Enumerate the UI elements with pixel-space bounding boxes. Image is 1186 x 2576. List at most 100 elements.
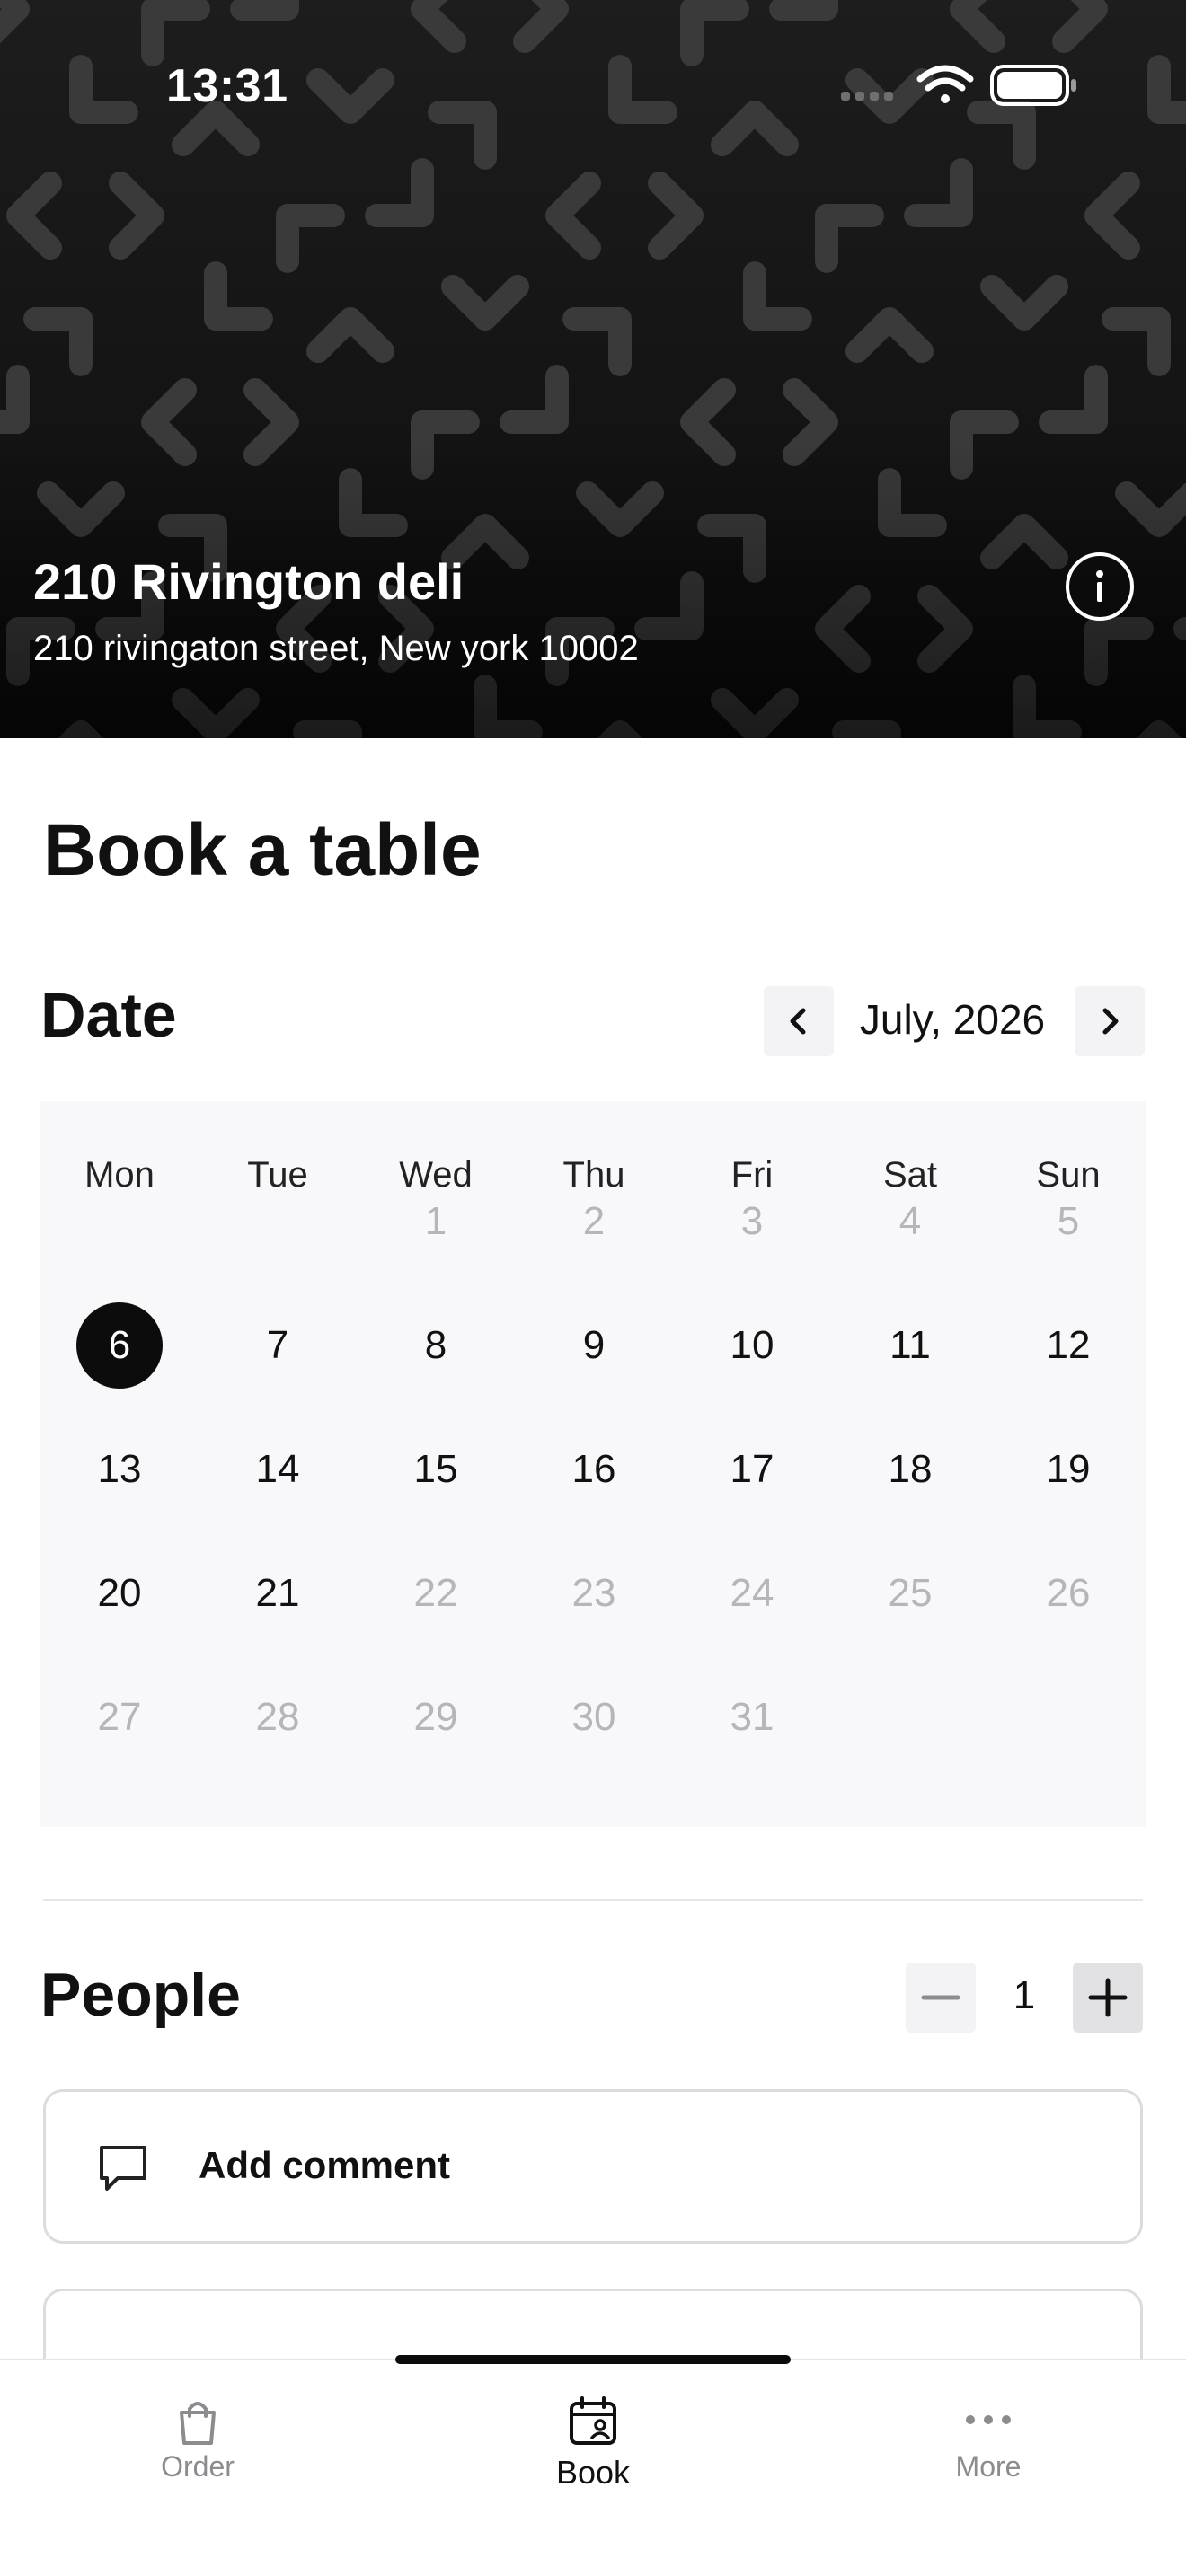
- calendar-day[interactable]: 16: [515, 1426, 673, 1513]
- calendar-day: 22: [357, 1550, 515, 1636]
- calendar-day[interactable]: 13: [40, 1426, 199, 1513]
- tab-order-label: Order: [161, 2450, 235, 2483]
- calendar-day-number: 25: [888, 1571, 933, 1615]
- calendar-day-number: 30: [571, 1695, 616, 1739]
- calendar-day-number: 11: [890, 1323, 931, 1367]
- venue-header: 13:31 210 Rivington deli 210 rivingaton …: [0, 0, 1186, 738]
- add-comment-button[interactable]: Add comment: [43, 2089, 1143, 2244]
- calendar-day[interactable]: 8: [357, 1302, 515, 1389]
- calendar-day: 30: [515, 1674, 673, 1760]
- calendar-day-number: 6: [76, 1302, 163, 1389]
- calendar-day[interactable]: 11: [831, 1302, 989, 1389]
- calendar-day-number: 1: [424, 1199, 447, 1243]
- calendar-day[interactable]: 7: [199, 1302, 357, 1389]
- tab-book[interactable]: Book: [395, 2360, 791, 2576]
- calendar-day-number: 4: [898, 1199, 922, 1243]
- calendar-day[interactable]: 15: [357, 1426, 515, 1513]
- previous-month-button[interactable]: [764, 986, 834, 1056]
- venue-name: 210 Rivington deli: [33, 553, 465, 610]
- calendar-day-number: 16: [571, 1447, 616, 1491]
- calendar-day[interactable]: 18: [831, 1426, 989, 1513]
- weekday-header: Tue: [247, 1155, 308, 1195]
- calendar-day: 1: [357, 1178, 515, 1265]
- calendar-day-number: 28: [255, 1695, 300, 1739]
- calendar-day-selected[interactable]: 6: [40, 1302, 199, 1389]
- next-month-button[interactable]: [1075, 986, 1145, 1056]
- calendar-day: 27: [40, 1674, 199, 1760]
- calendar-day-number: 31: [730, 1695, 774, 1739]
- weekday-header: Mon: [84, 1155, 155, 1195]
- tab-more[interactable]: More: [791, 2360, 1186, 2576]
- calendar-day: 31: [673, 1674, 831, 1760]
- calendar-day-number: 10: [730, 1323, 774, 1367]
- chevron-right-icon: [1102, 1008, 1119, 1035]
- calendar-day: 23: [515, 1550, 673, 1636]
- calendar-day-number: 14: [255, 1447, 300, 1491]
- calendar-day-number: 26: [1046, 1571, 1091, 1615]
- bottom-tab-bar: Order Book More: [0, 2359, 1186, 2576]
- increase-people-button[interactable]: [1073, 1963, 1143, 2033]
- page-title: Book a table: [43, 809, 482, 891]
- more-dots-icon: [966, 2415, 1011, 2424]
- calendar-day-number: 18: [888, 1447, 933, 1491]
- calendar-day-number: 29: [413, 1695, 458, 1739]
- wifi-icon: [916, 65, 974, 103]
- calendar-day-number: 24: [730, 1571, 774, 1615]
- calendar-day: 24: [673, 1550, 831, 1636]
- calendar-day[interactable]: 12: [989, 1302, 1147, 1389]
- cellular-signal-icon: [841, 92, 893, 101]
- calendar-day-number: 3: [740, 1199, 764, 1243]
- status-icons: [841, 65, 1076, 106]
- date-section-title: Date: [40, 980, 177, 1050]
- calendar-day: 2: [515, 1178, 673, 1265]
- tab-order[interactable]: Order: [0, 2360, 395, 2576]
- add-comment-label: Add comment: [199, 2144, 451, 2186]
- bag-icon: [180, 2402, 216, 2445]
- info-button[interactable]: [1066, 552, 1134, 621]
- calendar-day: 3: [673, 1178, 831, 1265]
- calendar-day: 4: [831, 1178, 989, 1265]
- calendar-day[interactable]: 14: [199, 1426, 357, 1513]
- month-label: July, 2026: [859, 996, 1046, 1043]
- minus-icon: [921, 1995, 960, 2000]
- calendar-day: 29: [357, 1674, 515, 1760]
- calendar-day-number: 7: [266, 1323, 289, 1367]
- calendar-day: 26: [989, 1550, 1147, 1636]
- calendar-person-icon: [570, 2396, 616, 2445]
- calendar-day-number: 2: [582, 1199, 606, 1243]
- plus-icon: [1088, 1978, 1128, 2017]
- calendar-day[interactable]: 19: [989, 1426, 1147, 1513]
- info-icon: [1096, 570, 1103, 602]
- calendar-day-number: 13: [97, 1447, 142, 1491]
- calendar-day-number: 27: [97, 1695, 142, 1739]
- calendar-day-number: 21: [255, 1571, 300, 1615]
- decrease-people-button[interactable]: [906, 1963, 976, 2033]
- calendar-day-number: 8: [424, 1323, 447, 1367]
- people-count: 1: [1013, 1973, 1036, 2017]
- tab-book-label: Book: [555, 2454, 631, 2491]
- calendar-day-number: 19: [1046, 1447, 1091, 1491]
- calendar-day: 5: [989, 1178, 1147, 1265]
- chevron-left-icon: [790, 1008, 806, 1035]
- battery-icon: [990, 65, 1076, 106]
- calendar-day[interactable]: 10: [673, 1302, 831, 1389]
- calendar-day: 28: [199, 1674, 357, 1760]
- home-indicator: [395, 2355, 791, 2364]
- calendar-day[interactable]: 9: [515, 1302, 673, 1389]
- status-time: 13:31: [166, 60, 288, 112]
- calendar-day-number: 9: [582, 1323, 606, 1367]
- calendar-day-number: 17: [730, 1447, 774, 1491]
- tab-more-label: More: [955, 2450, 1022, 2483]
- calendar-day[interactable]: 20: [40, 1550, 199, 1636]
- comment-icon: [100, 2146, 146, 2191]
- section-divider: [43, 1899, 1143, 1901]
- people-section-title: People: [40, 1961, 241, 2029]
- calendar-day: 25: [831, 1550, 989, 1636]
- calendar-grid: Mon Tue Wed Thu Fri Sat Sun 1 2 3 4 5 6 7 8 9 10 11 12 13 14…: [40, 1101, 1146, 1827]
- calendar-day-number: 15: [413, 1447, 458, 1491]
- calendar-day[interactable]: 21: [199, 1550, 357, 1636]
- calendar-day[interactable]: 17: [673, 1426, 831, 1513]
- venue-address: 210 rivingaton street, New york 10002: [33, 629, 639, 668]
- calendar-day-number: 5: [1057, 1199, 1080, 1243]
- calendar-day-number: 22: [413, 1571, 458, 1615]
